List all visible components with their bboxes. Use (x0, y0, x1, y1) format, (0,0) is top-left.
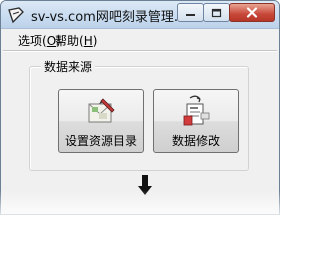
title-bar[interactable]: sv-vs.com网吧刻录管理... (1, 1, 279, 29)
minimize-button[interactable] (177, 3, 204, 22)
close-icon (246, 7, 258, 18)
main-window: sv-vs.com网吧刻录管理... 选项(O) 帮助(H) 数据来源 设置资源… (0, 0, 280, 215)
menu-help-label: 帮助 (55, 34, 80, 48)
set-resource-dir-button[interactable]: 设置资源目录 (58, 89, 144, 153)
close-button[interactable] (229, 3, 275, 22)
menu-separator (3, 50, 277, 52)
edit-document-icon (183, 95, 210, 126)
data-edit-label: 数据修改 (171, 134, 220, 148)
set-resource-dir-label: 设置资源目录 (64, 134, 137, 148)
maximize-button[interactable] (203, 3, 230, 22)
window-title: sv-vs.com网吧刻录管理... (31, 10, 187, 25)
group-label: 数据来源 (41, 58, 96, 75)
screenshot-fade (0, 190, 280, 270)
envelope-pen-icon (88, 98, 115, 123)
menu-help-accel: H (83, 34, 93, 48)
minimize-icon (186, 13, 195, 16)
menu-options-label: 选项 (18, 34, 43, 48)
app-icon (8, 7, 24, 24)
maximize-icon (211, 8, 222, 17)
menu-bar: 选项(O) 帮助(H) (1, 29, 279, 49)
data-edit-button[interactable]: 数据修改 (153, 89, 239, 153)
menu-help[interactable]: 帮助(H) (55, 32, 97, 49)
